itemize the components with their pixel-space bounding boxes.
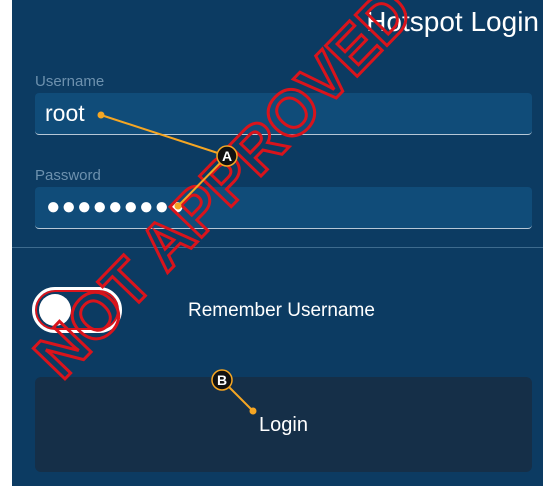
- login-button-label: Login: [259, 414, 308, 436]
- remember-username-toggle[interactable]: [32, 287, 122, 333]
- login-button[interactable]: Login: [35, 377, 532, 472]
- username-field[interactable]: root: [35, 93, 532, 135]
- username-value: root: [45, 100, 85, 126]
- hotspot-login-screen: Hotspot Login Username root Password ●●●…: [12, 0, 543, 486]
- toggle-knob: [39, 294, 71, 326]
- remember-username-label: Remember Username: [188, 300, 375, 321]
- password-value: ●●●●●●●●●: [46, 193, 186, 220]
- password-field[interactable]: ●●●●●●●●●: [35, 187, 532, 229]
- page-title: Hotspot Login: [366, 6, 539, 37]
- section-divider: [12, 247, 543, 248]
- username-label: Username: [35, 73, 105, 90]
- password-label: Password: [35, 167, 101, 184]
